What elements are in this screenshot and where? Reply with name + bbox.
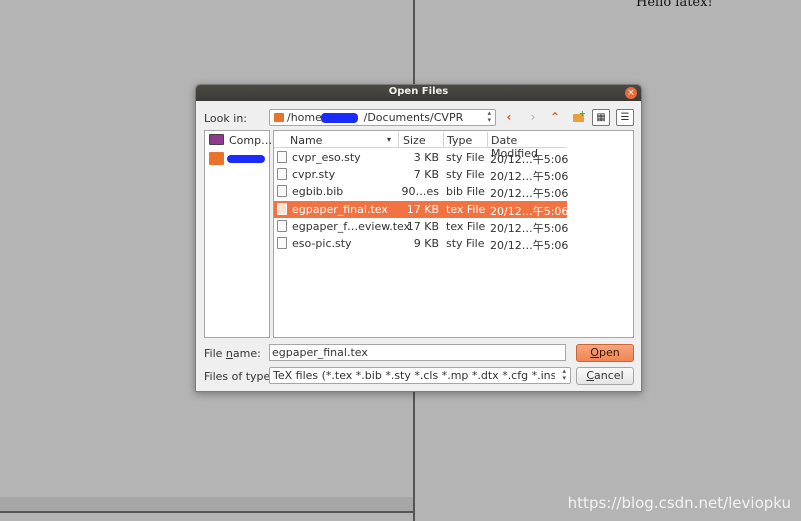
- file-icon: [277, 151, 287, 163]
- column-header-type[interactable]: Type: [447, 134, 472, 147]
- folder-icon: [274, 113, 284, 122]
- column-divider: [443, 132, 444, 147]
- file-type-select[interactable]: TeX files (*.tex *.bib *.sty *.cls *.mp …: [269, 367, 571, 384]
- cancel-button[interactable]: Cancel: [576, 367, 634, 385]
- file-name: eso-pic.sty: [292, 237, 352, 250]
- sidebar-item-computer[interactable]: Comp…: [207, 133, 273, 149]
- file-list[interactable]: Name ▾ Size Type Date Modified cvpr_eso.…: [273, 130, 634, 338]
- combo-arrows-icon: ▴ ▾: [487, 109, 491, 124]
- detail-view-button[interactable]: ☰: [616, 109, 634, 126]
- redaction-mark: [321, 113, 358, 123]
- file-size: 90…es: [401, 185, 440, 198]
- file-name: egpaper_final.tex: [292, 203, 388, 216]
- close-button[interactable]: ×: [625, 87, 637, 99]
- file-date: 20/12…午5:06: [490, 187, 569, 200]
- up-arrow-icon: ⌃: [549, 110, 561, 124]
- forward-arrow-icon: ›: [530, 110, 536, 124]
- file-size: 7 KB: [413, 168, 439, 181]
- detail-view-icon: ☰: [620, 112, 630, 123]
- column-divider: [398, 132, 399, 147]
- file-date: 20/12…午5:06: [490, 205, 569, 218]
- file-date: 20/12…午5:06: [490, 222, 569, 235]
- file-name: cvpr.sty: [292, 168, 336, 181]
- open-files-dialog: Open Files × Look in: /home//Documents/C…: [195, 84, 642, 392]
- file-icon: [277, 220, 287, 232]
- list-view-icon: ▦: [596, 112, 606, 123]
- back-arrow-icon: ‹: [506, 110, 512, 124]
- file-icon: [277, 203, 287, 215]
- file-date: 20/12…午5:06: [490, 239, 569, 252]
- list-view-button[interactable]: ▦: [592, 109, 610, 126]
- dialog-title: Open Files: [388, 86, 449, 97]
- computer-icon: [209, 134, 224, 145]
- close-icon: ×: [627, 88, 635, 98]
- file-row[interactable]: cvpr.sty 7 KB sty File 20/12…午5:06: [274, 166, 569, 183]
- places-sidebar: Comp…: [204, 130, 273, 338]
- file-type: sty File: [446, 151, 485, 164]
- file-icon: [277, 168, 287, 180]
- file-type: sty File: [446, 237, 485, 250]
- look-in-combo[interactable]: /home//Documents/CVPR ▴ ▾: [269, 109, 496, 126]
- pdf-preview-text: Hello latex!: [636, 0, 713, 10]
- plus-icon: +: [579, 109, 586, 118]
- column-divider: [487, 132, 488, 147]
- file-name-input[interactable]: egpaper_final.tex: [269, 344, 566, 361]
- sidebar-item-label: Comp…: [229, 134, 273, 147]
- column-header-name[interactable]: Name: [290, 134, 322, 147]
- editor-bottom-border: [0, 511, 413, 513]
- file-type: tex File: [446, 203, 486, 216]
- editor-status-bar: [0, 497, 413, 511]
- dialog-titlebar[interactable]: Open Files ×: [196, 85, 641, 101]
- file-type-value: TeX files (*.tex *.bib *.sty *.cls *.mp …: [273, 369, 555, 382]
- file-date: 20/12…午5:06: [490, 170, 569, 183]
- file-icon: [277, 185, 287, 197]
- look-in-label: Look in:: [204, 112, 247, 125]
- redaction-mark: [227, 155, 265, 163]
- column-header-size[interactable]: Size: [403, 134, 426, 147]
- file-icon: [277, 237, 287, 249]
- file-name-label: File name:: [204, 347, 261, 360]
- sort-descending-icon: ▾: [387, 135, 392, 144]
- file-list-header: Name ▾ Size Type Date Modified: [274, 131, 567, 160]
- new-folder-button[interactable]: +: [569, 109, 587, 126]
- file-size: 17 KB: [406, 220, 439, 233]
- file-row[interactable]: cvpr_eso.sty 3 KB sty File 20/12…午5:06: [274, 149, 569, 166]
- file-date: 20/12…午5:06: [490, 153, 569, 166]
- file-type: tex File: [446, 220, 486, 233]
- file-size: 9 KB: [413, 237, 439, 250]
- file-row[interactable]: egpaper_f…eview.tex 17 KB tex File 20/12…: [274, 218, 569, 235]
- file-name: egpaper_f…eview.tex: [292, 220, 411, 233]
- forward-button[interactable]: ›: [524, 109, 542, 126]
- home-folder-icon: [209, 152, 224, 165]
- sidebar-item-home[interactable]: [207, 151, 269, 167]
- file-row[interactable]: eso-pic.sty 9 KB sty File 20/12…午5:06: [274, 235, 569, 252]
- file-size: 3 KB: [413, 151, 439, 164]
- back-button[interactable]: ‹: [500, 109, 518, 126]
- parent-directory-button[interactable]: ⌃: [546, 109, 564, 126]
- file-type: bib File: [446, 185, 485, 198]
- file-row-selected[interactable]: egpaper_final.tex 17 KB tex File 20/12…午…: [274, 201, 569, 218]
- file-name: egbib.bib: [292, 185, 344, 198]
- file-size: 17 KB: [406, 203, 439, 216]
- look-in-path: /home//Documents/CVPR: [287, 111, 464, 124]
- open-button[interactable]: Open: [576, 344, 634, 362]
- file-row[interactable]: egbib.bib 90…es bib File 20/12…午5:06: [274, 183, 569, 200]
- combo-arrows-icon: ▴ ▾: [562, 367, 566, 382]
- file-type-label: Files of type:: [204, 370, 275, 383]
- file-name: cvpr_eso.sty: [292, 151, 361, 164]
- watermark: https://blog.csdn.net/leviopku: [567, 494, 791, 512]
- file-type: sty File: [446, 168, 485, 181]
